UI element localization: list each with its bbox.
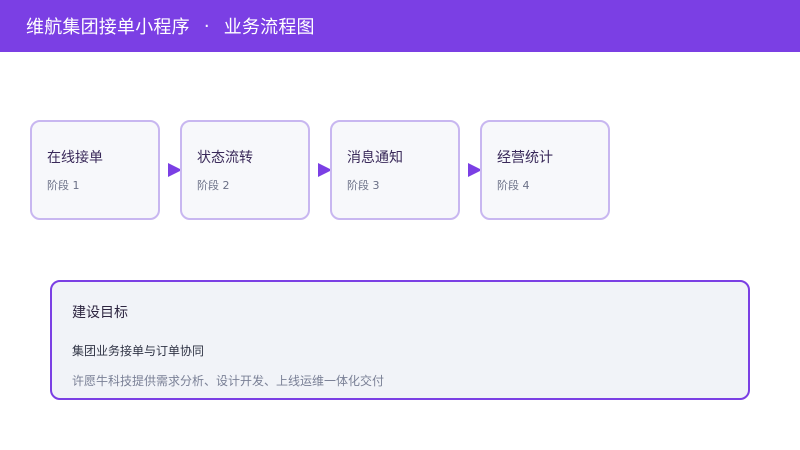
- step-title: 在线接单: [47, 150, 103, 166]
- header-bar: 维航集团接单小程序 · 业务流程图: [0, 0, 800, 52]
- flow-step: 消息通知 阶段 3: [330, 120, 460, 220]
- goal-line-1: 集团业务接单与订单协同: [72, 344, 205, 358]
- step-title: 消息通知: [347, 150, 403, 166]
- step-stage: 阶段 2: [197, 179, 230, 192]
- flow-step: 状态流转 阶段 2: [180, 120, 310, 220]
- step-title: 状态流转: [197, 150, 253, 166]
- goal-line-2: 许愿牛科技提供需求分析、设计开发、上线运维一体化交付: [72, 374, 385, 388]
- process-flow: 在线接单 阶段 1 状态流转 阶段 2 消息通知 阶段 3 经营统计 阶段 4: [30, 120, 630, 220]
- step-stage: 阶段 3: [347, 179, 380, 192]
- flow-step: 经营统计 阶段 4: [480, 120, 610, 220]
- title-separator: ·: [203, 15, 210, 37]
- flow-step: 在线接单 阶段 1: [30, 120, 160, 220]
- step-stage: 阶段 4: [497, 179, 530, 192]
- goal-card: 建设目标 集团业务接单与订单协同 许愿牛科技提供需求分析、设计开发、上线运维一体…: [50, 280, 750, 400]
- goal-title: 建设目标: [72, 305, 128, 321]
- step-title: 经营统计: [497, 150, 553, 166]
- step-stage: 阶段 1: [47, 179, 80, 192]
- page: 维航集团接单小程序 · 业务流程图 在线接单 阶段 1 状态流转 阶段 2 消息…: [0, 0, 800, 450]
- page-subtitle: 业务流程图: [223, 17, 315, 38]
- app-title: 维航集团接单小程序: [26, 17, 190, 38]
